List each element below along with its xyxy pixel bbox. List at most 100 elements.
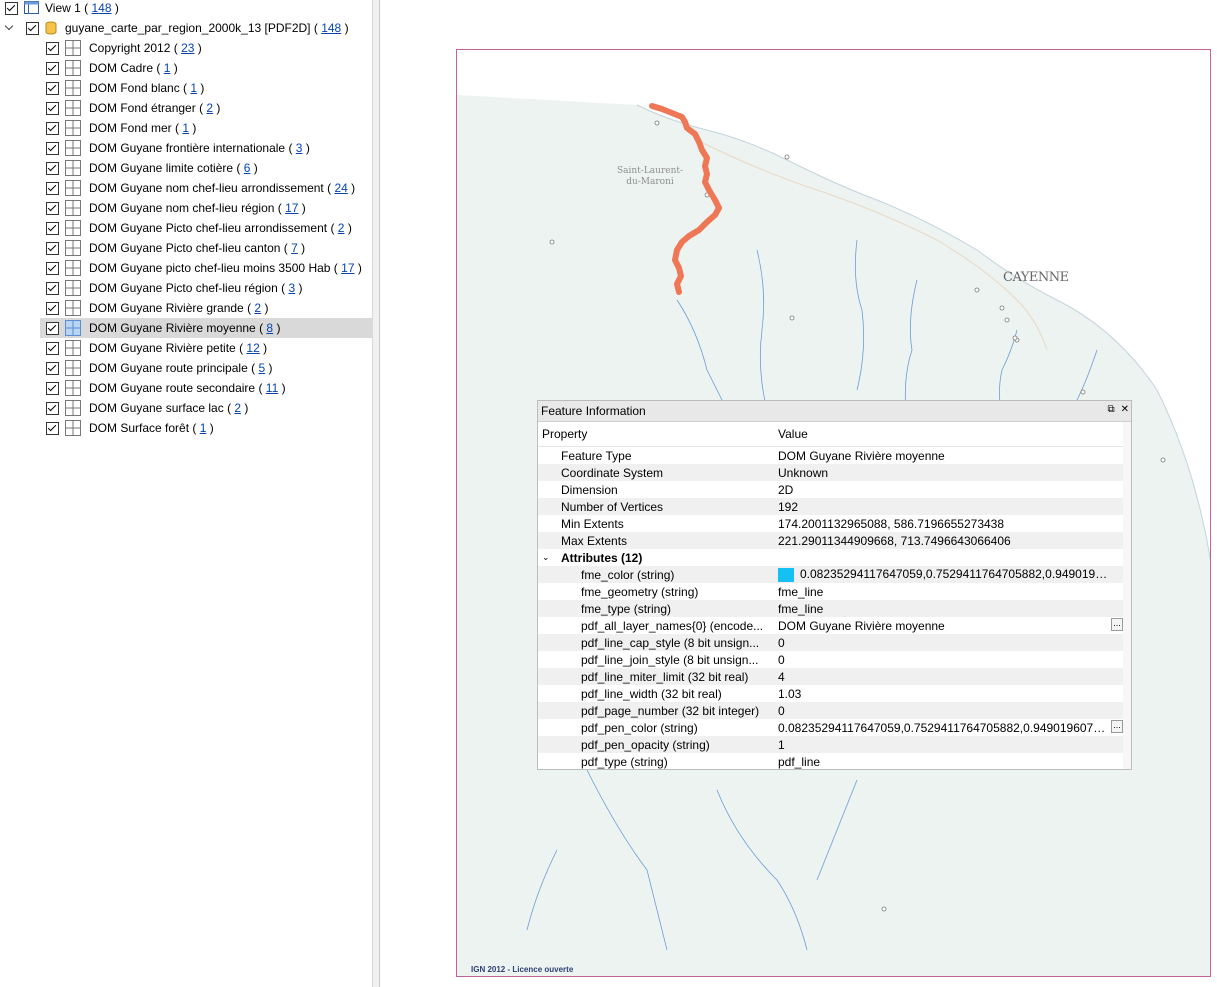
- layer-row[interactable]: DOM Guyane nom chef-lieu arrondissement …: [46, 178, 355, 198]
- close-icon[interactable]: ✕: [1121, 404, 1129, 415]
- layer-checkbox[interactable]: [46, 101, 59, 115]
- layer-checkbox[interactable]: [46, 301, 59, 315]
- layer-checkbox[interactable]: [46, 401, 59, 415]
- attribute-row[interactable]: fme_type (string) fme_line: [538, 600, 1131, 617]
- layer-row[interactable]: DOM Surface forêt ( 1 ): [46, 418, 214, 438]
- layer-count-link[interactable]: 17: [341, 261, 354, 275]
- layer-checkbox[interactable]: [46, 241, 59, 255]
- view-count-link[interactable]: 148: [92, 1, 112, 15]
- layer-row[interactable]: DOM Guyane route secondaire ( 11 ): [46, 378, 286, 398]
- layer-row[interactable]: DOM Guyane Picto chef-lieu canton ( 7 ): [46, 238, 305, 258]
- attribute-row[interactable]: pdf_pen_color (string) 0.0823529411764705…: [538, 719, 1131, 736]
- layer-row[interactable]: DOM Guyane picto chef-lieu moins 3500 Ha…: [46, 258, 362, 278]
- dataset-checkbox[interactable]: [26, 21, 39, 35]
- layer-checkbox[interactable]: [46, 41, 59, 55]
- panel-scrollbar[interactable]: [1123, 422, 1131, 769]
- collapse-chevron-icon[interactable]: ⌄: [542, 552, 552, 563]
- layer-checkbox[interactable]: [46, 141, 59, 155]
- layer-row[interactable]: DOM Guyane route principale ( 5 ): [46, 358, 272, 378]
- layer-count-link[interactable]: 24: [334, 181, 347, 195]
- attribute-row[interactable]: fme_geometry (string) fme_line: [538, 583, 1131, 600]
- layer-row[interactable]: DOM Guyane nom chef-lieu région ( 17 ): [46, 198, 306, 218]
- layer-checkbox[interactable]: [46, 261, 59, 275]
- attribute-row[interactable]: pdf_line_width (32 bit real) 1.03: [538, 685, 1131, 702]
- database-icon: [45, 21, 57, 35]
- layer-checkbox[interactable]: [46, 81, 59, 95]
- more-button[interactable]: ...: [1111, 618, 1123, 631]
- property-row[interactable]: Number of Vertices 192: [538, 498, 1131, 515]
- layer-count-link[interactable]: 1: [190, 81, 197, 95]
- layer-count-link[interactable]: 23: [181, 41, 194, 55]
- attribute-row[interactable]: fme_color (string) 0.08235294117647059,0.…: [538, 566, 1131, 583]
- layer-row[interactable]: DOM Guyane Picto chef-lieu région ( 3 ): [46, 278, 302, 298]
- layer-row[interactable]: DOM Guyane Rivière grande ( 2 ): [46, 298, 268, 318]
- layer-checkbox[interactable]: [46, 161, 59, 175]
- attribute-row[interactable]: pdf_all_layer_names{0} (encode... DOM Guy…: [538, 617, 1131, 634]
- expand-chevron-icon[interactable]: [4, 22, 16, 34]
- panel-splitter[interactable]: [372, 0, 380, 987]
- layer-count-link[interactable]: 12: [246, 341, 259, 355]
- layer-count-link[interactable]: 11: [266, 381, 278, 395]
- attribute-row[interactable]: pdf_line_cap_style (8 bit unsign... 0: [538, 634, 1131, 651]
- layer-label: DOM Fond étranger: [89, 101, 196, 115]
- layer-checkbox[interactable]: [46, 201, 59, 215]
- tree-dataset-row[interactable]: guyane_carte_par_region_2000k_13 [PDF2D]…: [4, 18, 349, 38]
- layer-row[interactable]: DOM Guyane Rivière moyenne ( 8 ): [40, 318, 372, 338]
- layer-row[interactable]: Copyright 2012 ( 23 ): [46, 38, 202, 58]
- layer-count-link[interactable]: 5: [258, 361, 265, 375]
- layer-count-link[interactable]: 17: [285, 201, 298, 215]
- layer-row[interactable]: DOM Cadre ( 1 ): [46, 58, 178, 78]
- layer-count-link[interactable]: 6: [244, 161, 251, 175]
- column-header-property[interactable]: Property: [538, 427, 774, 441]
- property-row[interactable]: Max Extents 221.29011344909668, 713.74966…: [538, 532, 1131, 549]
- layer-row[interactable]: DOM Guyane Rivière petite ( 12 ): [46, 338, 267, 358]
- attribute-row[interactable]: pdf_line_join_style (8 bit unsign... 0: [538, 651, 1131, 668]
- layer-count-link[interactable]: 3: [288, 281, 295, 295]
- layer-count-link[interactable]: 3: [296, 141, 303, 155]
- property-row[interactable]: Min Extents 174.2001132965088, 586.719665…: [538, 515, 1131, 532]
- layer-count-link[interactable]: 1: [200, 421, 207, 435]
- feature-info-titlebar[interactable]: Feature Information ⧉ ✕: [538, 401, 1131, 422]
- dataset-count-link[interactable]: 148: [321, 21, 341, 35]
- layer-row[interactable]: DOM Fond blanc ( 1 ): [46, 78, 204, 98]
- layer-row[interactable]: DOM Guyane Picto chef-lieu arrondissemen…: [46, 218, 352, 238]
- layer-row[interactable]: DOM Fond étranger ( 2 ): [46, 98, 220, 118]
- layer-checkbox[interactable]: [46, 421, 59, 435]
- layer-checkbox[interactable]: [46, 281, 59, 295]
- more-button[interactable]: ...: [1111, 720, 1123, 733]
- property-key: Min Extents: [561, 516, 624, 531]
- property-row[interactable]: Coordinate System Unknown: [538, 464, 1131, 481]
- property-row[interactable]: Dimension 2D: [538, 481, 1131, 498]
- layer-checkbox[interactable]: [46, 321, 59, 335]
- layer-checkbox[interactable]: [46, 341, 59, 355]
- layer-grid-icon: [65, 100, 81, 116]
- layer-count-link[interactable]: 1: [182, 121, 189, 135]
- layer-checkbox[interactable]: [46, 221, 59, 235]
- layer-row[interactable]: DOM Guyane surface lac ( 2 ): [46, 398, 248, 418]
- layer-row[interactable]: DOM Fond mer ( 1 ): [46, 118, 196, 138]
- layer-row[interactable]: DOM Guyane limite cotière ( 6 ): [46, 158, 258, 178]
- layer-checkbox[interactable]: [46, 121, 59, 135]
- restore-window-icon[interactable]: ⧉: [1107, 404, 1114, 415]
- layer-checkbox[interactable]: [46, 61, 59, 75]
- attribute-row[interactable]: pdf_pen_opacity (string) 1: [538, 736, 1131, 753]
- layer-checkbox[interactable]: [46, 181, 59, 195]
- layer-count-link[interactable]: 2: [254, 301, 261, 315]
- view-checkbox[interactable]: [5, 1, 18, 15]
- column-header-value[interactable]: Value: [774, 427, 808, 441]
- layer-count-link[interactable]: 1: [164, 61, 171, 75]
- attribute-row[interactable]: pdf_type (string) pdf_line: [538, 753, 1131, 769]
- attribute-row[interactable]: pdf_line_miter_limit (32 bit real) 4: [538, 668, 1131, 685]
- attribute-row[interactable]: pdf_page_number (32 bit integer) 0: [538, 702, 1131, 719]
- layer-count-link[interactable]: 7: [291, 241, 298, 255]
- tree-view-row[interactable]: View 1 ( 148 ): [5, 0, 119, 18]
- layer-count-link[interactable]: 2: [206, 101, 213, 115]
- layer-count-link[interactable]: 2: [338, 221, 345, 235]
- property-row[interactable]: Feature Type DOM Guyane Rivière moyenne: [538, 447, 1131, 464]
- layer-row[interactable]: DOM Guyane frontière internationale ( 3 …: [46, 138, 310, 158]
- layer-checkbox[interactable]: [46, 381, 59, 395]
- attributes-group-row[interactable]: ⌄ Attributes (12): [538, 549, 1131, 566]
- layer-checkbox[interactable]: [46, 361, 59, 375]
- layer-count-link[interactable]: 8: [266, 321, 273, 335]
- layer-count-link[interactable]: 2: [234, 401, 241, 415]
